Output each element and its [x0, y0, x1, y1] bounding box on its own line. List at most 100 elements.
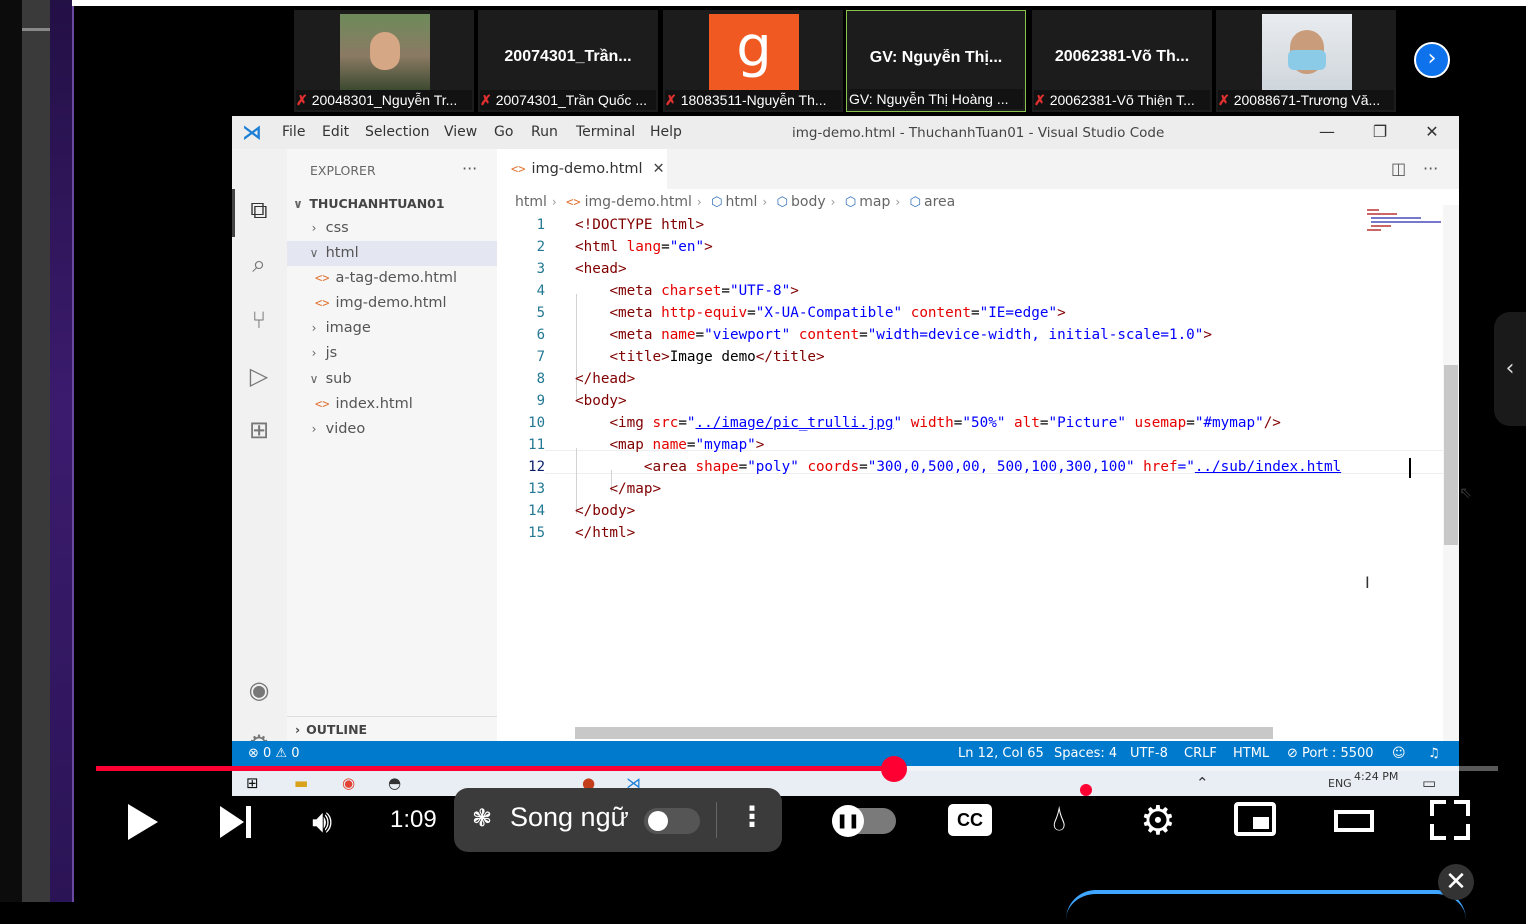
action-center-icon[interactable]: ▭ [1422, 774, 1436, 792]
tree-item-a-tag-demo[interactable]: <> a-tag-demo.html [287, 266, 497, 291]
file-explorer-icon[interactable]: ▬ [294, 774, 308, 792]
code-line[interactable]: <!DOCTYPE html> [575, 217, 704, 233]
split-editor-icon[interactable]: ◫ [1391, 159, 1406, 178]
breadcrumb-item[interactable]: map [859, 194, 890, 210]
menu-go[interactable]: Go [494, 124, 513, 140]
more-vert-icon[interactable]: ⋮ [738, 800, 766, 833]
extensions-icon[interactable]: ⊞ [244, 415, 274, 445]
close-overlay-button[interactable]: ✕ [1438, 864, 1474, 900]
breadcrumb-item[interactable]: html [515, 194, 547, 210]
menu-run[interactable]: Run [531, 124, 558, 140]
breadcrumb-item[interactable]: area [924, 194, 955, 210]
code-line[interactable]: <head> [575, 261, 627, 277]
app-icon[interactable]: ◓ [388, 774, 401, 792]
scrollbar-thumb[interactable] [1444, 365, 1458, 545]
encoding[interactable]: UTF-8 [1130, 741, 1168, 766]
clock[interactable]: 4:24 PM [1354, 770, 1398, 783]
close-window-button[interactable]: ✕ [1419, 120, 1445, 144]
horizontal-scrollbar[interactable] [575, 727, 1273, 739]
windows-start-icon[interactable]: ⊞ [246, 774, 259, 792]
play-button[interactable] [128, 804, 158, 840]
progress-scrubber[interactable] [880, 756, 907, 782]
menu-help[interactable]: Help [650, 124, 682, 140]
run-debug-icon[interactable]: ▷ [244, 361, 274, 391]
outline-section[interactable]: › OUTLINE [287, 716, 497, 742]
miniplayer-button[interactable] [1234, 802, 1276, 836]
menu-view[interactable]: View [444, 124, 477, 140]
breadcrumb: html › <> img-demo.html › ⬡ html › ⬡ body › ⬡ ma… [515, 194, 956, 210]
fullscreen-button[interactable] [1430, 800, 1470, 840]
cursor-position[interactable]: Ln 12, Col 65 [958, 741, 1044, 766]
autoplay-toggle[interactable]: ❚❚ [832, 805, 896, 837]
code-line[interactable]: </body> [575, 503, 635, 519]
more-actions-icon[interactable]: ··· [462, 159, 477, 178]
feedback-icon[interactable]: ☺ [1392, 741, 1406, 766]
menu-edit[interactable]: Edit [322, 124, 349, 140]
close-tab-icon[interactable]: ✕ [653, 161, 665, 177]
minimap[interactable] [1365, 205, 1445, 245]
tree-item-index[interactable]: <> index.html [287, 392, 497, 417]
menu-dash-icon[interactable] [22, 28, 50, 31]
participant-tile-6[interactable]: ✗ 20088671-Trương Vă... [1216, 10, 1396, 112]
next-participants-button[interactable]: › [1414, 42, 1450, 78]
menu-terminal[interactable]: Terminal [576, 124, 635, 140]
tab-img-demo[interactable]: <> img-demo.html ✕ [497, 149, 667, 189]
code-line[interactable]: </html> [575, 525, 635, 541]
source-control-icon[interactable]: ⑂ [244, 305, 274, 335]
search-icon[interactable]: ⌕ [244, 249, 274, 279]
tree-item-sub[interactable]: ∨ sub [287, 367, 497, 392]
code-line[interactable]: <map name="mymap"> [575, 437, 764, 453]
settings-gear-icon[interactable]: ⚙ [1140, 798, 1176, 844]
top-border [72, 0, 1526, 6]
tree-item-html[interactable]: ∨ html [287, 241, 497, 266]
tree-item-css[interactable]: › css [287, 216, 497, 241]
code-line[interactable]: <meta name="viewport" content="width=dev… [575, 327, 1212, 343]
minimize-button[interactable]: — [1314, 120, 1340, 144]
menu-selection[interactable]: Selection [365, 124, 430, 140]
line-number: 5 [536, 305, 545, 321]
account-icon[interactable]: ◉ [244, 675, 274, 705]
participant-tile-5[interactable]: 20062381-Võ Th... ✗ 20062381-Võ Thiện T..… [1032, 10, 1212, 112]
more-actions-icon[interactable]: ··· [1423, 159, 1438, 178]
code-line[interactable]: <meta http-equiv="X-UA-Compatible" conte… [575, 305, 1065, 321]
tree-item-img-demo[interactable]: <> img-demo.html [287, 291, 497, 316]
code-line[interactable]: <html lang="en"> [575, 239, 713, 255]
problems-indicator[interactable]: ⊗ 0 ⚠ 0 [248, 741, 300, 766]
theater-mode-button[interactable] [1334, 810, 1374, 832]
tree-item-image[interactable]: › image [287, 316, 497, 341]
captions-button[interactable]: CC [948, 804, 992, 836]
code-line[interactable]: </map> [575, 481, 661, 497]
tray-chevron-icon[interactable]: ⌃ [1196, 774, 1209, 792]
eol[interactable]: CRLF [1184, 741, 1217, 766]
menu-file[interactable]: File [282, 124, 305, 140]
code-line[interactable]: <body> [575, 393, 627, 409]
subtitle-language-pill[interactable]: ❃ Song ngữ ⋮ [454, 788, 782, 852]
tree-item-js[interactable]: › js [287, 341, 497, 366]
live-server-port[interactable]: ⊘ Port : 5500 [1287, 741, 1374, 766]
explorer-icon[interactable]: ⧉ [244, 195, 274, 225]
volume-icon[interactable]: 🔊︎ [312, 802, 332, 841]
code-line[interactable]: <img src="../image/pic_trulli.jpg" width… [575, 415, 1280, 431]
subtitle-toggle[interactable] [644, 808, 700, 834]
tree-item-video[interactable]: › video [287, 417, 497, 442]
breadcrumb-item[interactable]: html [726, 194, 758, 210]
restore-button[interactable]: ❐ [1367, 120, 1393, 144]
code-line[interactable]: <meta charset="UTF-8"> [575, 283, 798, 299]
breadcrumb-item[interactable]: img-demo.html [585, 194, 692, 210]
participant-tile-2[interactable]: 20074301_Trần... ✗ 20074301_Trần Quốc ... [478, 10, 658, 112]
breadcrumb-item[interactable]: body [791, 194, 826, 210]
participant-tile-3[interactable]: g ✗ 18083511-Nguyễn Th... [663, 10, 843, 112]
code-line-current[interactable]: <area shape="poly" coords="300,0,500,00,… [575, 459, 1341, 475]
side-panel-chevron-icon[interactable]: ‹ [1494, 312, 1526, 426]
indentation[interactable]: Spaces: 4 [1054, 741, 1117, 766]
notifications-bell-icon[interactable]: ♫ [1428, 741, 1440, 766]
explorer-root[interactable]: ∨ THUCHANHTUAN01 [287, 191, 497, 216]
participant-tile-4[interactable]: GV: Nguyễn Thị... GV: Nguyễn Thị Hoàng .… [846, 10, 1026, 112]
chrome-icon[interactable]: ◉ [342, 774, 355, 792]
ambient-mode-icon[interactable]: 💧︎ [1052, 798, 1066, 840]
participant-tile-1[interactable]: ✗ 20048301_Nguyễn Tr... [294, 10, 474, 112]
code-line[interactable]: <title>Image demo</title> [575, 349, 824, 365]
language-mode[interactable]: HTML [1233, 741, 1269, 766]
code-line[interactable]: </head> [575, 371, 635, 387]
input-language[interactable]: ENG [1328, 777, 1352, 790]
